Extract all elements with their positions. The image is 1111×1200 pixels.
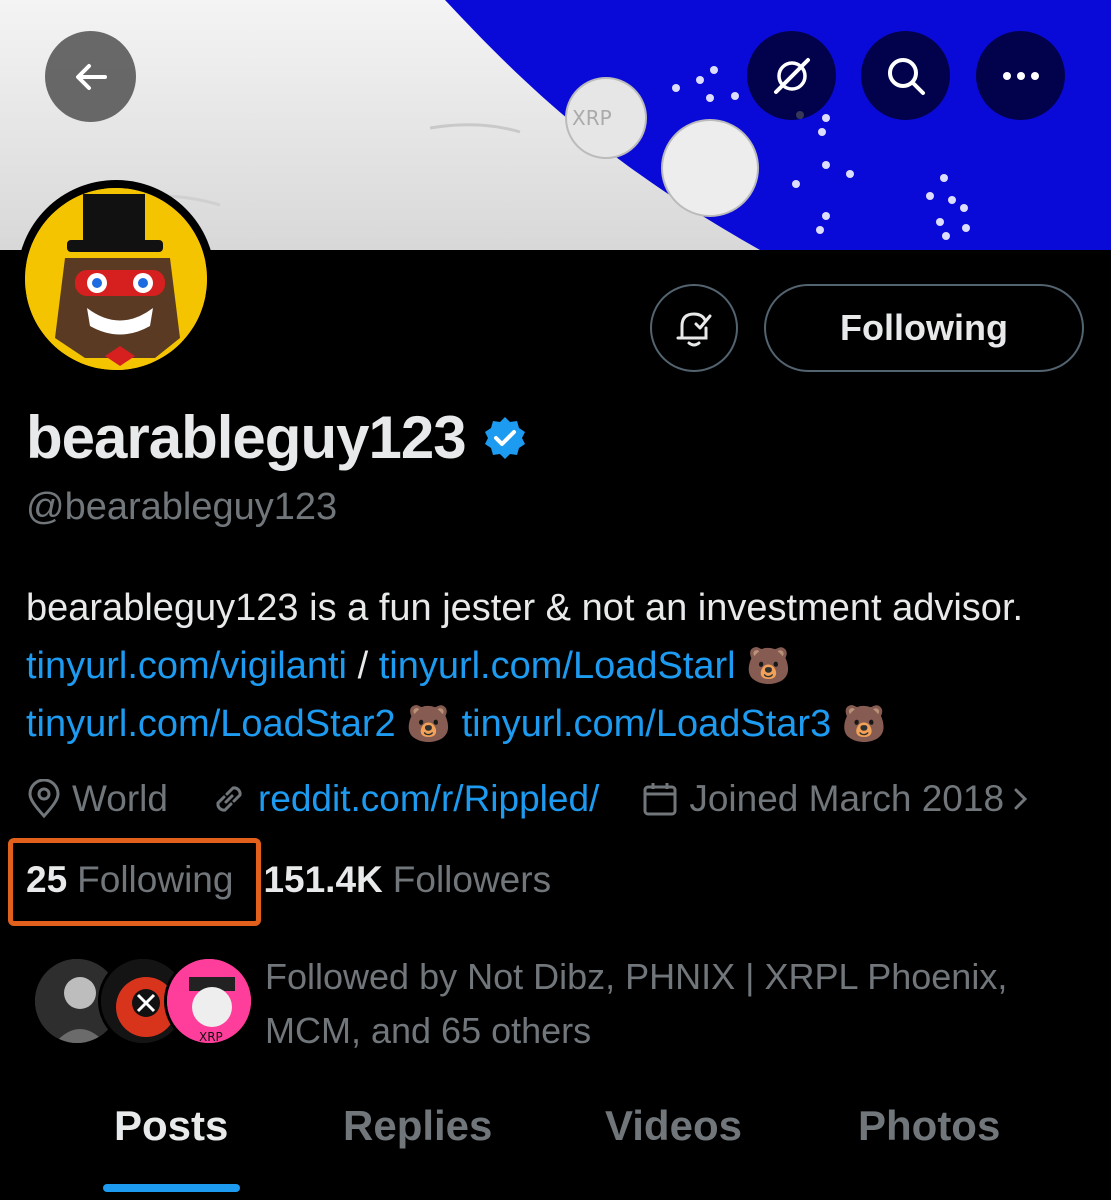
bio-link-vigilanti[interactable]: tinyurl.com/vigilanti: [26, 645, 347, 687]
website-link[interactable]: reddit.com/r/Rippled/: [258, 778, 599, 820]
chevron-right-icon[interactable]: [1008, 784, 1032, 814]
following-label: Following: [77, 859, 234, 900]
location-text: World: [72, 778, 168, 819]
bio-link-loadstar2[interactable]: tinyurl.com/LoadStar2: [26, 703, 396, 745]
bell-check-icon: [676, 312, 712, 347]
bio-separator: /: [357, 645, 369, 687]
followers-label: Followers: [392, 859, 552, 900]
arrow-left-icon: [75, 63, 107, 90]
bear-emoji-icon: 🐻: [841, 703, 887, 744]
profile-meta-row: World reddit.com/r/Rippled/ Joined March…: [26, 775, 1084, 823]
bio-text: bearableguy123 is a fun jester & not an …: [26, 587, 1024, 629]
search-button[interactable]: [861, 31, 950, 120]
followers-count: 151.4K: [263, 859, 383, 900]
joined-date: Joined March 2018: [641, 778, 1042, 820]
link-icon: [216, 786, 242, 812]
grok-button[interactable]: [747, 31, 836, 120]
handle: @bearableguy123: [26, 486, 338, 528]
profile-tabs: Posts Replies Videos Photos: [0, 1080, 1111, 1200]
follow-stats: 25 Following 151.4K Followers: [26, 856, 551, 904]
follower-avatar: XRP: [164, 956, 254, 1046]
bear-avatar-icon: [25, 188, 207, 370]
tab-photos[interactable]: Photos: [858, 1102, 1000, 1150]
banner-xrp-text: XRP: [572, 106, 612, 130]
bear-emoji-icon: 🐻: [406, 703, 452, 744]
tab-posts[interactable]: Posts: [114, 1102, 228, 1150]
avatar[interactable]: [17, 180, 215, 378]
website[interactable]: reddit.com/r/Rippled/: [210, 778, 599, 820]
following-count: 25: [26, 859, 68, 900]
more-button[interactable]: [976, 31, 1065, 120]
back-button[interactable]: [45, 31, 136, 122]
display-name: bearableguy123: [26, 404, 467, 471]
following-count-link[interactable]: 25 Following: [26, 859, 233, 901]
more-dots-icon: [1002, 71, 1039, 80]
bio: bearableguy123 is a fun jester & not an …: [26, 580, 1101, 753]
bear-emoji-icon: 🐻: [746, 645, 792, 686]
followed-by-text[interactable]: Followed by Not Dibz, PHNIX | XRPL Phoen…: [265, 950, 1085, 1058]
following-button[interactable]: Following: [764, 284, 1084, 372]
display-name-row: bearableguy123: [26, 403, 528, 472]
tab-replies[interactable]: Replies: [343, 1102, 492, 1150]
verified-badge-icon[interactable]: [482, 415, 528, 461]
bio-link-loadstar3[interactable]: tinyurl.com/LoadStar3: [462, 703, 832, 745]
joined-text: Joined March 2018: [689, 778, 1005, 819]
notification-bell-button[interactable]: [650, 284, 738, 372]
search-icon: [887, 57, 925, 95]
followers-count-link[interactable]: 151.4K Followers: [263, 859, 551, 901]
follower-avatar-xrp-text: XRP: [199, 1030, 223, 1044]
tab-videos[interactable]: Videos: [605, 1102, 742, 1150]
calendar-icon: [643, 783, 677, 816]
location: World: [26, 778, 168, 820]
grok-slash-icon: [773, 57, 810, 94]
bio-link-loadstar1[interactable]: tinyurl.com/LoadStarl: [379, 645, 736, 687]
location-pin-icon: [28, 779, 60, 819]
active-tab-indicator: [103, 1184, 240, 1192]
